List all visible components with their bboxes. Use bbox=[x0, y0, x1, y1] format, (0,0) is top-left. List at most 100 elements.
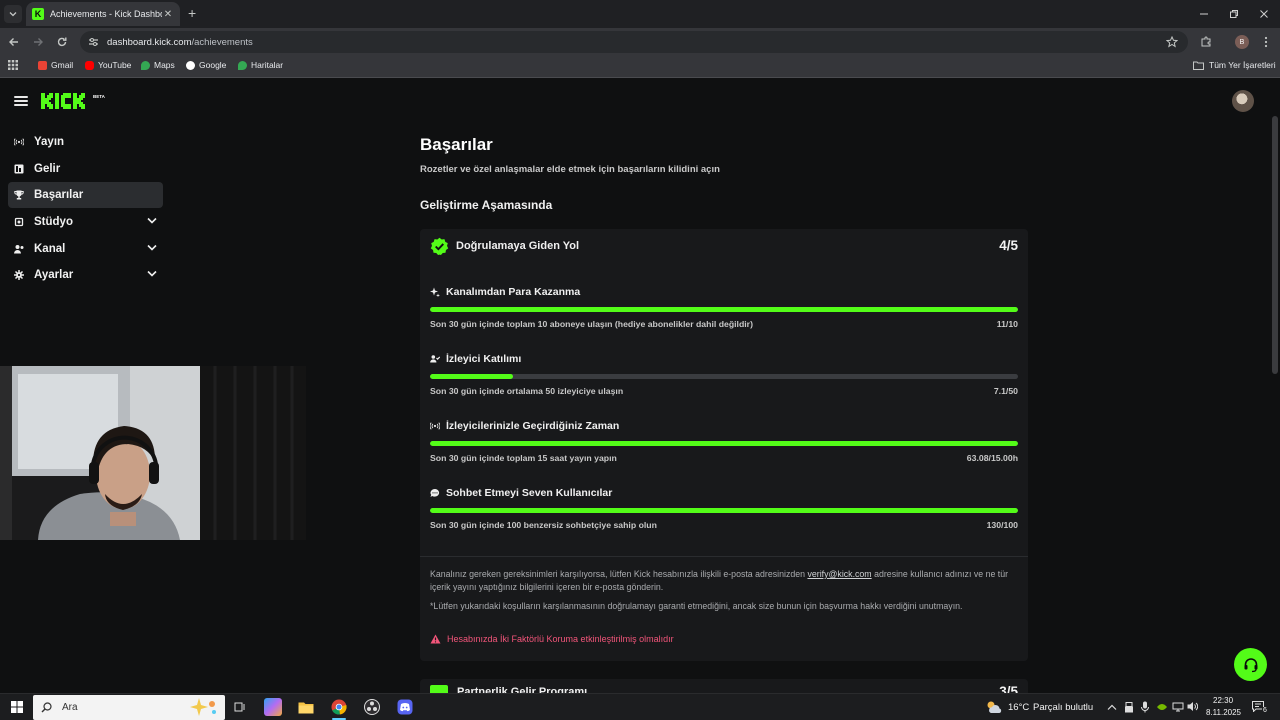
url-path: /achievements bbox=[191, 36, 253, 48]
discord-button[interactable] bbox=[396, 698, 414, 716]
search-highlight-icon bbox=[190, 698, 216, 716]
weather-cloudy-icon bbox=[987, 701, 1002, 713]
address-bar[interactable]: dashboard.kick.com/achievements bbox=[80, 31, 1188, 53]
extensions-button[interactable] bbox=[1198, 34, 1214, 50]
bookmark-label: Maps bbox=[154, 60, 175, 70]
support-chat-button[interactable] bbox=[1234, 648, 1267, 681]
progress-bar bbox=[430, 307, 1018, 312]
menu-toggle-button[interactable] bbox=[14, 96, 28, 106]
chevron-down-icon[interactable] bbox=[147, 217, 157, 224]
bookmark-gmail[interactable]: Gmail bbox=[38, 60, 73, 70]
tab-close-icon[interactable]: ✕ bbox=[162, 9, 174, 20]
divider bbox=[420, 556, 1028, 557]
sidebar-item-gelir[interactable]: Gelir bbox=[8, 156, 163, 182]
browser-tab[interactable]: K Achievements - Kick Dashboard ✕ bbox=[26, 2, 180, 26]
sidebar-item-label: Stüdyo bbox=[34, 216, 73, 229]
requirement-stream-time: İzleyicilerinizle Geçirdiğiniz Zaman Son… bbox=[430, 420, 1018, 463]
bookmark-youtube[interactable]: YouTube bbox=[85, 60, 131, 70]
clock-time[interactable]: 22:30 bbox=[1213, 696, 1233, 705]
maps-pin-icon bbox=[141, 60, 150, 70]
sidebar-item-label: Yayın bbox=[34, 136, 65, 148]
tab-search-button[interactable] bbox=[4, 5, 22, 23]
user-avatar[interactable] bbox=[1232, 90, 1254, 112]
taskbar-search[interactable]: Ara bbox=[33, 695, 225, 720]
close-window-button[interactable] bbox=[1248, 0, 1280, 28]
obs-icon bbox=[364, 699, 380, 715]
section-title: Geliştirme Aşamasında bbox=[420, 198, 553, 212]
volume-icon[interactable] bbox=[1187, 701, 1198, 712]
requirement-description: Son 30 gün içinde ortalama 50 izleyiciye… bbox=[430, 386, 624, 396]
sidebar-item-studyo[interactable]: Stüdyo bbox=[8, 209, 163, 235]
clock-date[interactable]: 8.11.2025 bbox=[1206, 708, 1241, 717]
restore-icon bbox=[1230, 10, 1238, 18]
verification-achievement-card: Doğrulamaya Giden Yol 4/5 Kanalımdan Par… bbox=[420, 229, 1028, 661]
profile-avatar[interactable]: B bbox=[1235, 35, 1249, 49]
webcam-overlay bbox=[0, 366, 306, 540]
card-title: Doğrulamaya Giden Yol bbox=[456, 240, 580, 252]
weather-temperature[interactable]: 16°C bbox=[1008, 702, 1029, 713]
start-button[interactable] bbox=[8, 698, 26, 716]
progress-fill bbox=[430, 441, 1018, 446]
bookmark-google[interactable]: Google bbox=[186, 60, 226, 70]
chevron-down-icon[interactable] bbox=[147, 270, 157, 278]
progress-bar bbox=[430, 441, 1018, 446]
chevron-down-icon[interactable] bbox=[147, 244, 157, 251]
bookmark-maps[interactable]: Maps bbox=[141, 60, 175, 70]
weather-description[interactable]: Parçalı bulutlu bbox=[1033, 702, 1093, 713]
url-text: dashboard.kick.com/achievements bbox=[107, 37, 253, 48]
task-view-icon bbox=[234, 702, 245, 712]
reload-button[interactable] bbox=[54, 34, 70, 50]
requirement-value: 7.1/50 bbox=[993, 386, 1018, 396]
forward-button[interactable] bbox=[30, 34, 46, 50]
chevron-up-icon[interactable] bbox=[1107, 704, 1117, 711]
back-button[interactable] bbox=[6, 34, 22, 50]
verify-email-link[interactable]: verify@kick.com bbox=[807, 569, 871, 579]
requirement-viewer-engagement: İzleyici Katılımı Son 30 gün içinde orta… bbox=[430, 353, 1018, 396]
usb-icon[interactable] bbox=[1124, 702, 1134, 713]
new-tab-button[interactable]: + bbox=[188, 6, 196, 20]
sidebar-item-kanal[interactable]: Kanal bbox=[8, 236, 163, 262]
two-factor-warning: Hesabınızda İki Faktörlü Koruma etkinleş… bbox=[430, 634, 674, 644]
requirement-description: Son 30 gün içinde toplam 15 saat yayın y… bbox=[430, 453, 617, 463]
search-icon bbox=[41, 702, 52, 713]
microphone-icon[interactable] bbox=[1141, 701, 1149, 713]
bookmark-haritalar[interactable]: Haritalar bbox=[238, 60, 283, 70]
gmail-icon bbox=[38, 60, 47, 70]
site-settings-icon[interactable] bbox=[88, 37, 99, 47]
chrome-button[interactable] bbox=[330, 698, 348, 716]
apps-button[interactable] bbox=[8, 60, 18, 70]
url-host: dashboard.kick.com bbox=[107, 36, 192, 48]
obs-button[interactable] bbox=[363, 698, 381, 716]
all-bookmarks-button[interactable]: Tüm Yer İşaretleri bbox=[1193, 60, 1276, 70]
google-icon bbox=[186, 60, 195, 70]
arrow-left-icon bbox=[9, 38, 18, 46]
file-explorer-button[interactable] bbox=[297, 698, 315, 716]
reload-icon bbox=[57, 37, 67, 47]
progress-fill bbox=[430, 307, 1018, 312]
bookmark-label: Google bbox=[199, 60, 227, 70]
sidebar-item-ayarlar[interactable]: Ayarlar bbox=[8, 262, 163, 288]
nvidia-icon[interactable] bbox=[1156, 702, 1168, 712]
copilot-icon[interactable] bbox=[264, 698, 282, 716]
sidebar-item-yayin[interactable]: Yayın bbox=[8, 129, 163, 155]
kick-logo[interactable]: BETA bbox=[40, 91, 108, 111]
chat-icon bbox=[430, 488, 440, 498]
windows-taskbar: Ara 16°C Parçalı bulutlu 22:30 8.11.2025… bbox=[0, 693, 1280, 720]
page-scrollbar[interactable] bbox=[1272, 116, 1278, 374]
kick-favicon-icon: K bbox=[32, 8, 44, 20]
folder-icon bbox=[298, 702, 314, 713]
browser-menu-button[interactable] bbox=[1258, 34, 1274, 50]
network-icon[interactable] bbox=[1172, 702, 1184, 712]
minimize-button[interactable] bbox=[1188, 0, 1220, 28]
sidebar-item-basarilar[interactable]: Başarılar bbox=[8, 182, 163, 209]
warning-icon bbox=[430, 634, 441, 644]
bookmark-star-button[interactable] bbox=[1164, 34, 1180, 50]
note-text: Kanalınız gereken gereksinimleri karşılı… bbox=[430, 569, 808, 579]
progress-bar bbox=[430, 374, 1018, 379]
requirement-chatters: Sohbet Etmeyi Seven Kullanıcılar Son 30 … bbox=[430, 487, 1018, 530]
tab-title: Achievements - Kick Dashboard bbox=[50, 9, 162, 19]
task-view-button[interactable] bbox=[231, 698, 249, 716]
puzzle-icon bbox=[1201, 36, 1211, 47]
restore-button[interactable] bbox=[1218, 0, 1250, 28]
requirement-value: 11/10 bbox=[996, 319, 1018, 329]
